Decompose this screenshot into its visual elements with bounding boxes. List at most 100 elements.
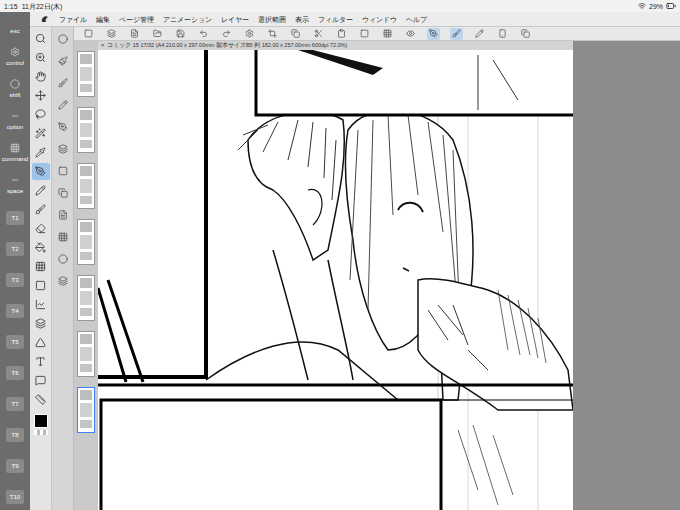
transparent-swatch[interactable]: [34, 430, 48, 435]
page-thumbnail[interactable]: [77, 387, 95, 433]
edge-key[interactable]: T3: [2, 258, 28, 287]
sub-tool-button[interactable]: [55, 97, 71, 113]
canvas[interactable]: [98, 50, 573, 510]
edge-key[interactable]: T5: [2, 320, 28, 349]
tool-button[interactable]: [32, 87, 50, 104]
tool-button[interactable]: [32, 372, 50, 389]
sub-tool-button[interactable]: [55, 163, 71, 179]
page-thumbnail[interactable]: [77, 51, 95, 97]
command-button[interactable]: [496, 28, 509, 40]
sub-tool-button[interactable]: [55, 31, 71, 47]
app-logo-icon[interactable]: [40, 14, 50, 24]
menu-item[interactable]: ファイル: [59, 16, 87, 23]
tool-button[interactable]: [32, 353, 50, 370]
page-thumbnail[interactable]: [77, 275, 95, 321]
menu-item[interactable]: ページ管理: [119, 16, 154, 23]
command-button[interactable]: [128, 28, 141, 40]
menu-item[interactable]: レイヤー: [221, 16, 249, 23]
command-button[interactable]: [335, 28, 348, 40]
command-button[interactable]: [266, 28, 279, 40]
sub-tool-button[interactable]: [55, 273, 71, 289]
sub-tool-button[interactable]: [55, 119, 71, 135]
tab-close-button[interactable]: ×: [101, 43, 104, 49]
tool-icon: [35, 90, 46, 101]
edge-key[interactable]: esc: [2, 18, 28, 34]
key-icon: [10, 79, 20, 89]
tool-button[interactable]: [32, 220, 50, 237]
tool-button[interactable]: [32, 125, 50, 142]
tool-button[interactable]: [32, 239, 50, 256]
edge-key[interactable]: T4: [2, 289, 28, 318]
command-button[interactable]: [450, 28, 463, 40]
tool-button[interactable]: [32, 106, 50, 123]
page-thumbnail[interactable]: [77, 163, 95, 209]
tool-button[interactable]: [32, 315, 50, 332]
edge-key[interactable]: space: [2, 164, 28, 194]
tool-button[interactable]: [32, 49, 50, 66]
command-button[interactable]: [197, 28, 210, 40]
tool-button[interactable]: [32, 30, 50, 47]
tool-icon: [35, 166, 46, 177]
sub-tool-icon: [58, 78, 68, 88]
key-icon: [10, 47, 20, 57]
tool-button[interactable]: [32, 391, 50, 408]
tool-button[interactable]: [32, 201, 50, 218]
command-button[interactable]: [404, 28, 417, 40]
tool-button[interactable]: [32, 144, 50, 161]
page-thumbnail[interactable]: [77, 331, 95, 377]
command-button[interactable]: [473, 28, 486, 40]
tool-button[interactable]: [32, 277, 50, 294]
color-swatch[interactable]: [34, 414, 48, 428]
command-button[interactable]: [312, 28, 325, 40]
command-icon: [314, 29, 323, 38]
command-button[interactable]: [220, 28, 233, 40]
menu-item[interactable]: フィルター: [318, 16, 353, 23]
command-button[interactable]: [358, 28, 371, 40]
page-thumbnail[interactable]: [77, 107, 95, 153]
sub-tool-button[interactable]: [55, 141, 71, 157]
sub-tool-button[interactable]: [55, 185, 71, 201]
edge-key[interactable]: control: [2, 36, 28, 66]
menu-item[interactable]: 選択範囲: [258, 16, 286, 23]
edge-key[interactable]: T10: [2, 475, 28, 504]
command-button[interactable]: [174, 28, 187, 40]
tool-button[interactable]: [32, 258, 50, 275]
edge-key[interactable]: T8: [2, 413, 28, 442]
tool-button[interactable]: [32, 163, 50, 180]
sub-tool-button[interactable]: [55, 75, 71, 91]
edge-key[interactable]: T6: [2, 351, 28, 380]
command-button[interactable]: [105, 28, 118, 40]
command-button[interactable]: [289, 28, 302, 40]
command-button[interactable]: [381, 28, 394, 40]
sub-tool-button[interactable]: [55, 229, 71, 245]
edge-key[interactable]: T1: [2, 196, 28, 225]
sub-tool-button[interactable]: [55, 207, 71, 223]
tool-button[interactable]: [32, 334, 50, 351]
edge-key[interactable]: T7: [2, 382, 28, 411]
edge-key[interactable]: option: [2, 100, 28, 130]
edge-key[interactable]: T9: [2, 444, 28, 473]
command-button[interactable]: [82, 28, 95, 40]
edge-key[interactable]: command: [2, 132, 28, 162]
sub-tool-button[interactable]: [55, 53, 71, 69]
tool-button[interactable]: [32, 296, 50, 313]
menu-item[interactable]: ウィンドウ: [362, 16, 397, 23]
menu-bar: ファイル 編集 ページ管理 アニメーション レイヤー 選択範囲 表示 フィルター ウィンドウ ヘル…: [30, 12, 680, 27]
command-button[interactable]: [519, 28, 532, 40]
menu-item[interactable]: アニメーション: [163, 16, 212, 23]
command-button[interactable]: [151, 28, 164, 40]
command-button[interactable]: [427, 28, 440, 40]
command-button[interactable]: [243, 28, 256, 40]
status-bar: 1:1511月22日(木)29%: [0, 0, 680, 12]
menu-item[interactable]: 表示: [295, 16, 309, 23]
edge-key[interactable]: shift: [2, 68, 28, 98]
sub-tool-button[interactable]: [55, 251, 71, 267]
tool-button[interactable]: [32, 68, 50, 85]
page-thumbnail[interactable]: [77, 219, 95, 265]
edge-key[interactable]: T2: [2, 227, 28, 256]
menu-item[interactable]: ヘルプ: [406, 16, 427, 23]
menu-item[interactable]: 編集: [96, 16, 110, 23]
tool-button[interactable]: [32, 182, 50, 199]
canvas-tab[interactable]: ×コミック 15 17/32 (A4 210.00 x 297.00mm 製本サ…: [98, 41, 573, 50]
command-icon: [475, 29, 484, 38]
